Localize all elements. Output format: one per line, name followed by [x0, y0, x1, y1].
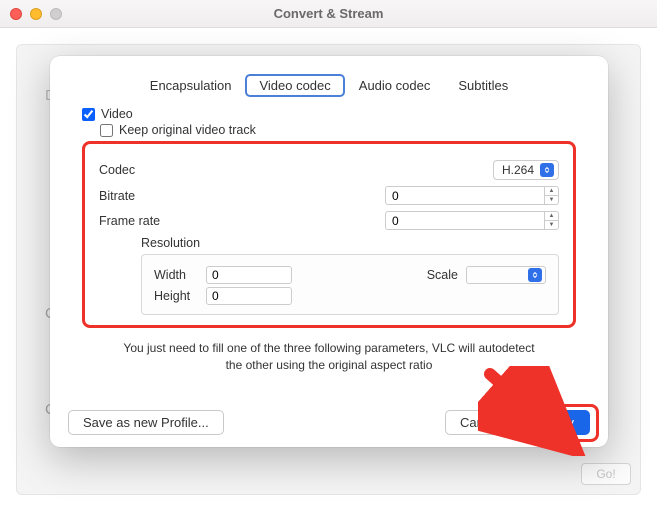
width-label: Width	[154, 268, 198, 282]
scale-select[interactable]	[466, 266, 546, 284]
highlight-box-fields: Codec H.264 Bitrate ▲▼ Frame rate	[82, 141, 576, 328]
window-title: Convert & Stream	[0, 6, 657, 21]
zoom-icon	[50, 8, 62, 20]
codec-label: Codec	[99, 163, 199, 177]
bitrate-label: Bitrate	[99, 189, 199, 203]
go-button: Go!	[581, 463, 631, 485]
tab-bar: Encapsulation Video codec Audio codec Su…	[50, 74, 608, 97]
codec-value: H.264	[502, 163, 534, 177]
framerate-input-group: ▲▼	[385, 211, 559, 230]
video-checkbox-label: Video	[101, 107, 133, 121]
height-row: Height	[154, 287, 546, 305]
resolution-label: Resolution	[141, 236, 559, 250]
width-input[interactable]	[206, 266, 292, 284]
minimize-icon[interactable]	[30, 8, 42, 20]
window-controls	[10, 8, 62, 20]
chevron-updown-icon	[540, 163, 554, 177]
codec-select[interactable]: H.264	[493, 160, 559, 180]
save-profile-button[interactable]: Save as new Profile...	[68, 410, 224, 435]
bottom-bar: Save as new Profile... Cancel Apply	[68, 410, 590, 435]
titlebar: Convert & Stream	[0, 0, 657, 28]
keep-checkbox[interactable]	[100, 124, 113, 137]
width-row: Width Scale	[154, 266, 546, 284]
keep-checkbox-row[interactable]: Keep original video track	[100, 123, 576, 137]
profile-modal: Encapsulation Video codec Audio codec Su…	[50, 56, 608, 447]
framerate-input[interactable]	[385, 211, 545, 230]
video-checkbox[interactable]	[82, 108, 95, 121]
tab-subtitles[interactable]: Subtitles	[444, 74, 522, 97]
apply-button[interactable]: Apply	[525, 410, 590, 435]
chevron-updown-icon	[528, 268, 542, 282]
hint-text: You just need to fill one of the three f…	[82, 328, 576, 374]
close-icon[interactable]	[10, 8, 22, 20]
bitrate-row: Bitrate ▲▼	[99, 186, 559, 205]
bitrate-input[interactable]	[385, 186, 545, 205]
cancel-button[interactable]: Cancel	[445, 410, 515, 435]
bitrate-stepper[interactable]: ▲▼	[545, 186, 559, 205]
content: Video Keep original video track Codec H.…	[50, 107, 608, 374]
height-label: Height	[154, 289, 198, 303]
scale-label: Scale	[427, 268, 458, 282]
resolution-section: Resolution Width Scale	[99, 236, 559, 315]
tab-audio-codec[interactable]: Audio codec	[345, 74, 445, 97]
framerate-row: Frame rate ▲▼	[99, 211, 559, 230]
video-checkbox-row[interactable]: Video	[82, 107, 576, 121]
height-input[interactable]	[206, 287, 292, 305]
scale-group: Scale	[427, 266, 546, 284]
tab-video-codec[interactable]: Video codec	[245, 74, 344, 97]
tab-encapsulation[interactable]: Encapsulation	[136, 74, 246, 97]
framerate-stepper[interactable]: ▲▼	[545, 211, 559, 230]
codec-row: Codec H.264	[99, 160, 559, 180]
keep-checkbox-label: Keep original video track	[119, 123, 256, 137]
framerate-label: Frame rate	[99, 214, 199, 228]
bitrate-input-group: ▲▼	[385, 186, 559, 205]
resolution-box: Width Scale H	[141, 254, 559, 315]
